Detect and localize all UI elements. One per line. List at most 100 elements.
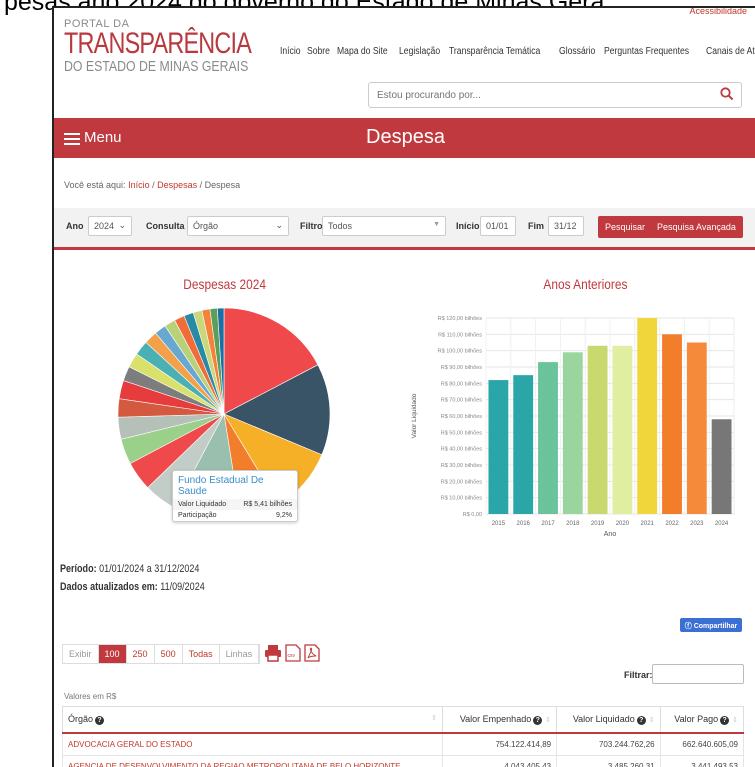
col-orgao[interactable]: Órgão? ⇕ [62, 706, 443, 734]
col-valor-liquidado[interactable]: Valor Liquidado? ⇕ [556, 706, 661, 734]
nav-canais-de-atendimento[interactable]: Canais de Atendimento [706, 46, 755, 57]
search-input[interactable] [369, 83, 699, 107]
y-axis-label: Valor Liquidado [411, 393, 418, 438]
x-tick-label: 2015 [492, 521, 506, 527]
csv-icon[interactable]: csv [285, 644, 301, 667]
pager-todas[interactable]: Todas [183, 645, 220, 663]
cell-valor-liquidado: 3.485.260,31 [556, 755, 661, 767]
col-valor-empenhado-label: Valor Empenhado [459, 714, 532, 724]
filtro-select[interactable]: Todos ▼ [322, 216, 446, 236]
table-header-row: Órgão? ⇕ Valor Empenhado? ⇕ Valor Liquidad… [62, 706, 745, 734]
sort-icon: ⇕ [545, 717, 552, 724]
bar[interactable] [538, 362, 558, 514]
help-icon[interactable]: ? [533, 716, 543, 725]
share-button[interactable]: ⓕ Compartilhar [680, 618, 742, 632]
tooltip-row-valor: Valor Liquidado R$ 5,41 bilhões [173, 499, 297, 510]
y-tick-label: R$ 70,00 bilhões [441, 398, 483, 404]
periodo-label: Período: [60, 563, 97, 575]
periodo-value: 01/01/2024 a 31/12/2024 [99, 563, 200, 575]
cell-valor-empenhado: 754.122.414,89 [441, 732, 558, 756]
filtrar-input[interactable] [652, 664, 744, 684]
bar[interactable] [662, 334, 682, 514]
print-icon[interactable] [264, 644, 282, 667]
logo-line3: DO ESTADO DE MINAS GERAIS [64, 58, 249, 75]
x-tick-label: 2016 [517, 521, 531, 527]
sort-icon: ⇕ [732, 717, 738, 724]
pdf-icon[interactable] [304, 644, 320, 667]
nav-transparencia-tematica[interactable]: Transparência Temática [449, 46, 540, 57]
breadcrumb-prefix: Você está aqui: [64, 180, 126, 190]
accessibility-link[interactable]: Acessibilidade [689, 8, 747, 16]
ano-value: 2024 [94, 221, 115, 231]
pesquisa-avancada-button[interactable]: Pesquisa Avançada [650, 216, 743, 238]
pie-tooltip: Fundo Estadual De Saude Valor Liquidado … [172, 470, 298, 522]
pager-linhas: Linhas [220, 645, 260, 663]
tooltip-row-participacao: Participação 9,2% [173, 510, 297, 521]
sort-icon: ⇕ [648, 717, 655, 724]
x-tick-label: 2024 [715, 521, 729, 527]
x-axis-label: Ano [604, 531, 617, 538]
x-tick-label: 2021 [641, 521, 655, 527]
table-row[interactable]: ADVOCACIA GERAL DO ESTADO 754.122.414,89… [62, 732, 745, 756]
filter-bar: Ano 2024 ⌄ Consulta Órgão ⌄ Filtro Todos… [54, 208, 755, 250]
col-valor-pago[interactable]: Valor Pago? ⇕ [659, 706, 745, 734]
bar-chart: R$ 0,00 R$ 10,00 bilhões R$ 20,00 bilhões R… [411, 316, 735, 538]
ano-select[interactable]: 2024 ⌄ [88, 216, 132, 236]
inicio-input[interactable]: 01/01 [480, 216, 516, 236]
bar[interactable] [612, 345, 633, 514]
consulta-value: Órgão [193, 221, 219, 231]
sort-icon: ⇕ [431, 715, 437, 722]
bar[interactable] [637, 318, 658, 514]
pager-exibir: Exibir [63, 645, 99, 663]
search-icon[interactable] [720, 87, 734, 106]
nav-perguntas-frequentes[interactable]: Perguntas Frequentes [604, 46, 689, 57]
browser-viewport: Acessibilidade PORTAL DA TRANSPARÊNCIA D… [52, 6, 755, 767]
expenses-table: Órgão? ⇕ Valor Empenhado? ⇕ Valor Liquidad… [62, 706, 745, 767]
x-tick-label: 2020 [616, 521, 630, 527]
nav-mapa-do-site[interactable]: Mapa do Site [337, 46, 388, 57]
help-icon[interactable]: ? [636, 716, 646, 725]
nav-sobre[interactable]: Sobre [307, 46, 330, 57]
nav-glossario[interactable]: Glossário [559, 46, 595, 57]
bar[interactable] [562, 352, 583, 514]
table-row[interactable]: AGENCIA DE DESENVOLVIMENTO DA REGIAO MET… [62, 755, 745, 767]
help-icon[interactable]: ? [95, 716, 105, 725]
pager-500[interactable]: 500 [155, 645, 183, 663]
y-tick-label: R$ 50,00 bilhões [441, 430, 483, 436]
help-icon[interactable]: ? [720, 716, 730, 725]
y-tick-label: R$ 40,00 bilhões [441, 447, 483, 453]
pager-100[interactable]: 100 [98, 645, 127, 663]
y-tick-label: R$ 100,00 bilhões [438, 349, 483, 355]
page-title: Despesa [366, 126, 445, 148]
cell-valor-empenhado: 4.043.405,43 [441, 755, 558, 767]
pager-250[interactable]: 250 [127, 645, 155, 663]
bar[interactable] [686, 342, 707, 515]
y-tick-label: R$ 120,00 bilhões [438, 316, 483, 322]
pesquisar-button[interactable]: Pesquisar [598, 216, 653, 238]
fim-input[interactable]: 31/12 [548, 216, 584, 236]
x-tick-label: 2019 [591, 521, 605, 527]
bar[interactable] [513, 375, 534, 514]
filtro-label: Filtro [300, 221, 323, 231]
chevron-down-icon: ⌄ [275, 220, 283, 230]
top-navigation: Início Sobre Mapa do Site Legislação Tra… [280, 46, 755, 57]
y-tick-label: R$ 80,00 bilhões [441, 381, 483, 387]
nav-inicio[interactable]: Início [280, 46, 301, 57]
y-tick-label: R$ 110,00 bilhões [438, 332, 482, 338]
site-logo[interactable]: PORTAL DA TRANSPARÊNCIA DO ESTADO DE MIN… [64, 18, 304, 75]
cell-orgao[interactable]: AGENCIA DE DESENVOLVIMENTO DA REGIAO MET… [62, 755, 443, 767]
x-tick-label: 2017 [541, 521, 555, 527]
y-tick-label: R$ 0,00 [463, 512, 482, 518]
consulta-select[interactable]: Órgão ⌄ [187, 216, 289, 236]
y-tick-label: R$ 60,00 bilhões [441, 414, 483, 420]
bar[interactable] [587, 345, 608, 514]
bar[interactable] [488, 380, 509, 514]
col-valor-empenhado[interactable]: Valor Empenhado? ⇕ [441, 706, 558, 734]
nav-legislacao[interactable]: Legislação [399, 46, 440, 57]
bar[interactable] [711, 419, 732, 514]
caret-down-icon: ▼ [433, 221, 440, 228]
cell-orgao[interactable]: ADVOCACIA GERAL DO ESTADO [62, 732, 443, 756]
breadcrumb-despesas[interactable]: Despesas [157, 180, 197, 190]
export-buttons: csv [264, 644, 320, 667]
breadcrumb-inicio[interactable]: Início [128, 180, 150, 190]
